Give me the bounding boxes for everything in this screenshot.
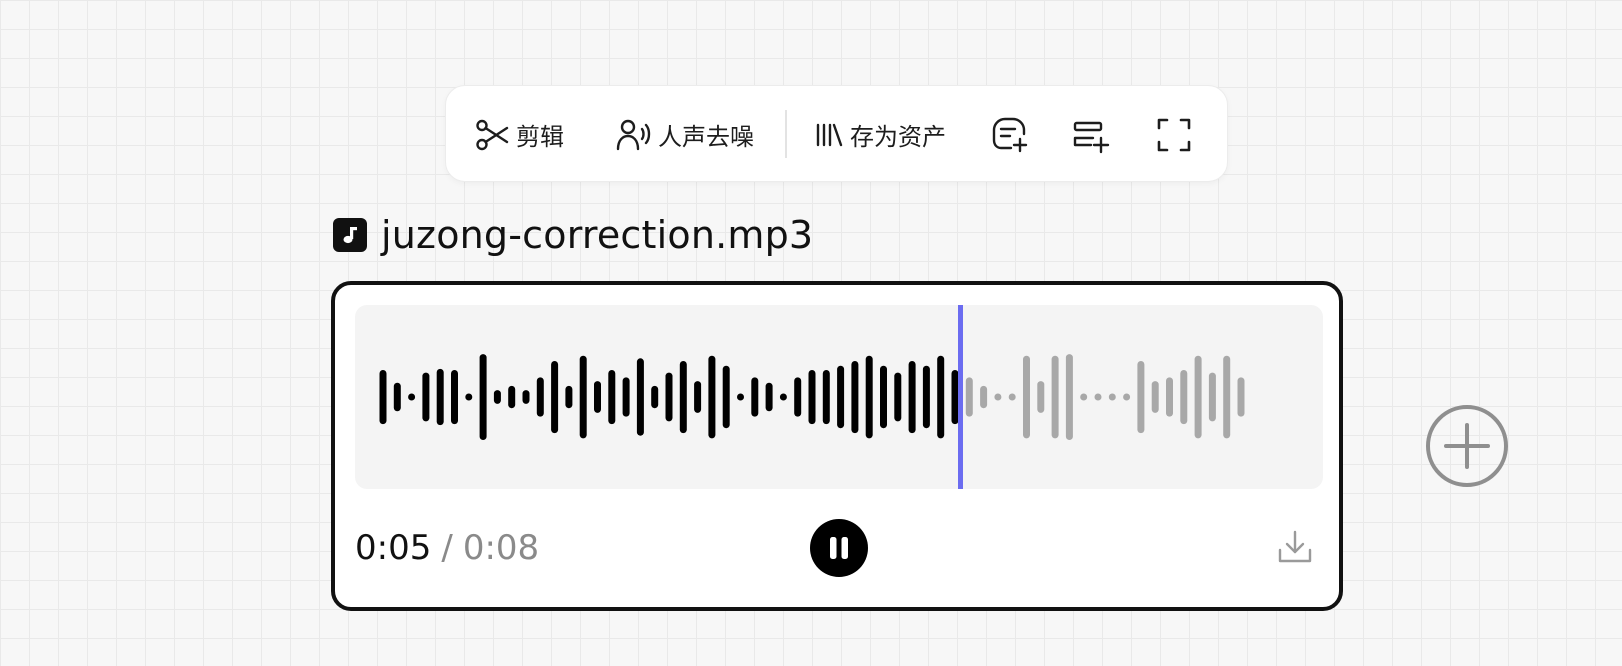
waveform-bar (422, 372, 430, 422)
waveform-bar (837, 365, 845, 429)
waveform-bar (1094, 393, 1102, 401)
waveform-bar (1008, 393, 1016, 401)
waveform-bar (522, 390, 530, 404)
file-name: juzong-correction.mp3 (381, 213, 814, 257)
add-to-track-button[interactable] (1072, 86, 1110, 183)
waveform-bar (1208, 372, 1216, 422)
waveform-bar (1237, 377, 1245, 417)
edit-button[interactable]: 剪辑 (474, 86, 564, 183)
waveform-bar (751, 377, 759, 417)
audio-player: 0:05 / 0:08 (331, 281, 1343, 611)
waveform-bar (922, 365, 930, 429)
toolbar-divider (785, 110, 787, 158)
pause-icon (830, 537, 848, 559)
waveform-bar (1151, 381, 1159, 413)
waveform-bar (794, 377, 802, 417)
waveform-bar (393, 382, 401, 412)
waveform-bar (536, 377, 544, 417)
add-note-button[interactable] (991, 86, 1029, 183)
waveform-bar (508, 385, 516, 409)
download-icon (1278, 530, 1312, 563)
waveform-bar (779, 393, 787, 401)
waveform-bar (408, 393, 416, 401)
waveform-bar (1194, 355, 1202, 439)
waveform-bar (1108, 393, 1116, 401)
waveform-bar (608, 370, 616, 425)
file-header: juzong-correction.mp3 (333, 210, 813, 260)
waveform-bar (565, 385, 573, 409)
waveform-bar (908, 361, 916, 434)
waveform-bar (865, 355, 873, 439)
voice-denoise-button[interactable]: 人声去噪 (616, 86, 754, 183)
waveform-bar (1223, 355, 1231, 439)
waveform-bar (1137, 361, 1145, 434)
fullscreen-icon (1157, 118, 1191, 151)
waveform-bar (722, 365, 730, 429)
waveform-bar (737, 393, 744, 401)
waveform-bar (665, 372, 673, 422)
waveform-bar (1023, 355, 1030, 439)
waveform-bar (1166, 377, 1173, 417)
waveform-bar (465, 393, 473, 401)
download-button[interactable] (1273, 525, 1317, 569)
waveform-bar (479, 354, 487, 440)
waveform-bar (965, 377, 973, 417)
add-note-icon (992, 117, 1028, 152)
waveform-bar (379, 370, 387, 425)
waveform-bar (994, 393, 1002, 401)
waveform-bar (694, 381, 702, 413)
plus-circle-icon (1426, 405, 1508, 487)
waveform-bar (622, 377, 630, 417)
music-note-icon (333, 218, 367, 252)
fullscreen-button[interactable] (1156, 86, 1192, 183)
waveform-bar (1180, 370, 1188, 425)
waveform-bar (765, 382, 773, 412)
waveform-bar (1123, 393, 1131, 401)
waveform-bar (1065, 354, 1073, 440)
waveform-bar (1051, 355, 1059, 439)
time-display: 0:05 / 0:08 (355, 523, 539, 573)
waveform-bar (937, 355, 945, 439)
pause-button[interactable] (810, 519, 868, 577)
waveform-bar (894, 372, 902, 422)
waveform-bar (579, 355, 587, 439)
voice-denoise-label: 人声去噪 (658, 123, 754, 151)
waveform-bar (808, 370, 816, 425)
add-node-button[interactable] (1424, 403, 1510, 489)
library-icon (816, 123, 843, 146)
waveform-bar (436, 368, 444, 426)
waveform-bar (851, 361, 859, 434)
waveform-bar (594, 381, 601, 413)
waveform-scrubber[interactable] (355, 305, 1323, 489)
waveform (379, 305, 1245, 489)
total-time: 0:08 (462, 528, 540, 568)
waveform-bar (679, 361, 687, 434)
scissors-icon (476, 119, 509, 150)
add-to-track-icon (1073, 121, 1110, 153)
time-separator: / (441, 528, 453, 568)
save-as-asset-button[interactable]: 存为资产 (814, 86, 946, 183)
edit-label: 剪辑 (516, 123, 564, 151)
waveform-bar (1037, 381, 1045, 413)
waveform-bar (651, 385, 659, 409)
waveform-bar (636, 358, 644, 436)
voice-denoise-icon (616, 119, 651, 150)
waveform-bar (451, 370, 458, 425)
waveform-bar (880, 365, 887, 429)
waveform-bar (708, 355, 716, 439)
waveform-bar (551, 361, 559, 434)
waveform-bar (980, 385, 988, 409)
floating-toolbar: 剪辑 人声去噪 存为资产 (445, 85, 1228, 182)
waveform-bar (951, 370, 959, 425)
waveform-bar (493, 390, 501, 404)
current-time: 0:05 (355, 528, 432, 568)
waveform-bar (1080, 393, 1088, 401)
playhead[interactable] (958, 305, 963, 489)
save-as-asset-label: 存为资产 (850, 123, 946, 151)
waveform-bar (822, 370, 830, 425)
